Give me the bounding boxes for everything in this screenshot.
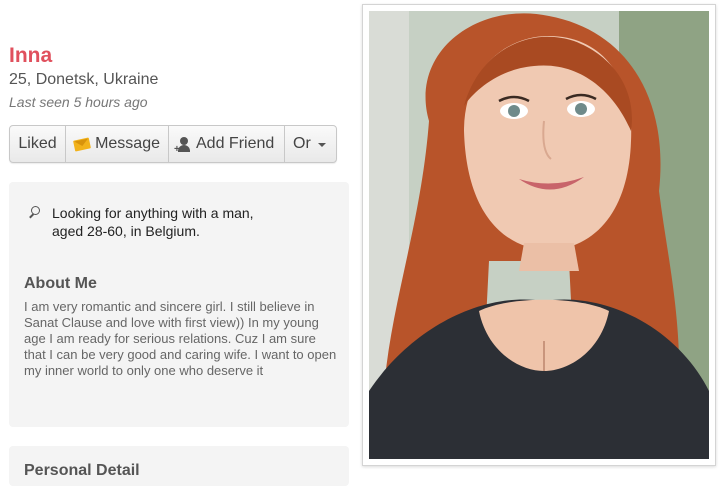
looking-for-text: Looking for anything with a man, aged 28… [52, 205, 254, 239]
action-button-group: Liked Message + Add Friend Or [9, 125, 337, 163]
add-friend-button[interactable]: + Add Friend [169, 126, 285, 162]
add-friend-label: Add Friend [196, 135, 275, 152]
more-label: Or [293, 135, 311, 152]
message-label: Message [95, 135, 160, 152]
profile-photo[interactable] [369, 11, 709, 459]
caret-down-icon [317, 143, 326, 147]
about-title: About Me [24, 275, 97, 292]
search-icon [28, 206, 42, 220]
liked-label: Liked [18, 135, 57, 152]
last-seen: Last seen 5 hours ago [9, 94, 148, 110]
profile-photo-illustration [369, 11, 709, 459]
envelope-icon [73, 136, 92, 152]
about-card: Looking for anything with a man, aged 28… [9, 182, 349, 427]
profile-meta: 25, Donetsk, Ukraine [9, 71, 159, 88]
personal-details-card: Personal Detail [9, 446, 349, 486]
liked-button[interactable]: Liked [10, 126, 66, 162]
looking-for-row: Looking for anything with a man, aged 28… [28, 204, 282, 240]
profile-name: Inna [9, 44, 53, 67]
add-person-icon: + [174, 136, 191, 154]
message-button[interactable]: Message [66, 126, 169, 162]
more-dropdown-button[interactable]: Or [285, 126, 336, 162]
personal-details-title: Personal Detail [24, 462, 140, 479]
profile-photo-frame[interactable] [362, 4, 716, 466]
about-text: I am very romantic and sincere girl. I s… [24, 299, 337, 378]
